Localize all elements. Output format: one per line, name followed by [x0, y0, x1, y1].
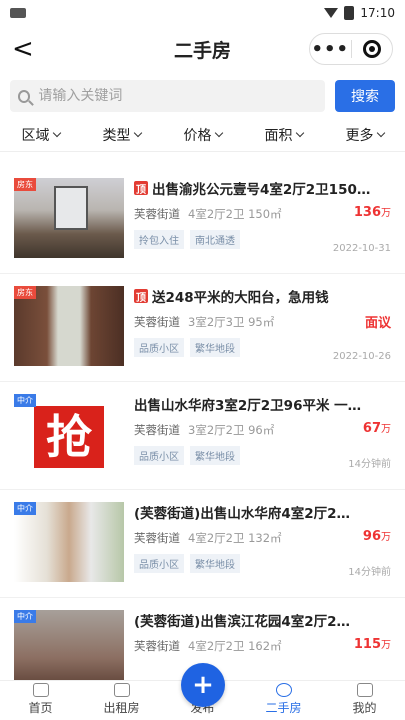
close-miniapp-button[interactable] [352, 40, 393, 58]
listing-area: 芙蓉街道 [134, 315, 180, 329]
tab-secondhand[interactable]: 二手房 [243, 681, 324, 720]
status-time: 17:10 [360, 6, 395, 20]
back-button[interactable]: < [12, 36, 36, 62]
filter-region[interactable]: 区域 [22, 125, 61, 145]
search-box [10, 80, 325, 112]
search-row: 搜索 [0, 72, 405, 118]
listing-area: 芙蓉街道 [134, 639, 180, 653]
chevron-down-icon [133, 128, 142, 138]
listing-item[interactable]: 中介 (芙蓉街道)出售山水华府4室2厅2… 芙蓉街道 4室2厅2卫 132㎡ 品质小区繁… [0, 490, 405, 598]
listing-spec: 4室2厅2卫 162㎡ [188, 639, 282, 653]
listing-time: 14分钟前 [348, 459, 391, 470]
search-icon [18, 89, 31, 103]
listing-spec: 3室2厅2卫 96㎡ [188, 423, 275, 437]
listing-title: (芙蓉街道)出售滨江花园4室2厅2… [134, 614, 351, 630]
listing-source-badge: 房东 [14, 178, 36, 191]
chevron-down-icon [214, 128, 223, 138]
home-icon [32, 683, 49, 697]
chevron-down-icon [295, 128, 304, 138]
feature-chip: 繁华地段 [190, 446, 240, 465]
listing-spec: 4室2厅2卫 132㎡ [188, 531, 282, 545]
listing-source-badge: 中介 [14, 610, 36, 623]
search-button[interactable]: 搜索 [335, 80, 395, 112]
rental-icon [113, 683, 130, 697]
battery-icon [344, 6, 355, 20]
listing-photo: 中介 [14, 610, 124, 686]
listing-photo: 房东 [14, 286, 124, 366]
feature-chip: 繁华地段 [190, 554, 240, 573]
more-button[interactable]: ••• [310, 39, 351, 60]
filter-area[interactable]: 面积 [265, 125, 304, 145]
chevron-down-icon [52, 128, 61, 138]
listing-item[interactable]: 房东 顶送248平米的大阳台，急用钱 芙蓉街道 3室2厅3卫 95㎡ 品质小区 繁华地段 面… [0, 274, 405, 382]
listing-time: 2022-10-31 [332, 243, 391, 254]
listing-photo: 中介 [14, 502, 124, 582]
tab-mine[interactable]: 我的 [324, 681, 405, 720]
filter-more[interactable]: 更多 [346, 125, 385, 145]
filter-price[interactable]: 价格 [184, 125, 223, 145]
target-icon [362, 40, 381, 58]
listing-time: 2022-10-26 [332, 351, 391, 362]
listing-title: (芙蓉街道)出售山水华府4室2厅2… [134, 506, 351, 522]
listing-price: 115万 [353, 637, 391, 652]
feature-chip: 南北通透 [190, 230, 240, 249]
feature-chip: 繁华地段 [190, 338, 240, 357]
listing-time: 14分钟前 [348, 567, 391, 578]
feature-chip: 品质小区 [134, 554, 184, 573]
publish-fab-button[interactable]: + [181, 663, 225, 707]
listing-area: 芙蓉街道 [134, 423, 180, 437]
listing-source-badge: 中介 [14, 502, 36, 515]
listing-item[interactable]: 房东 顶出售渝兆公元壹号4室2厅2卫150… 芙蓉街道 4室2厅2卫 150㎡ 拎包入住… [0, 166, 405, 274]
nav-bar: < 二手房 ••• [0, 26, 405, 72]
profile-icon [356, 683, 373, 697]
listing-item[interactable]: 抢中介 出售山水华府3室2厅2卫96平米 一… 芙蓉街道 3室2厅2卫 96㎡ 品质小区… [0, 382, 405, 490]
top-badge: 顶 [134, 289, 148, 304]
search-input[interactable] [38, 88, 317, 104]
wifi-icon [324, 8, 339, 18]
tab-home[interactable]: 首页 [0, 681, 81, 720]
capsule-menu: ••• [309, 33, 393, 65]
listing-area: 芙蓉街道 [134, 207, 180, 221]
listing-source-badge: 房东 [14, 286, 36, 299]
listing-price: 96万 [362, 529, 391, 544]
feature-chip: 品质小区 [134, 446, 184, 465]
listing-spec: 4室2厅2卫 150㎡ [188, 207, 282, 221]
listing-price: 67万 [362, 421, 391, 436]
feature-chip: 拎包入住 [134, 230, 184, 249]
listing-price: 136万 [353, 205, 391, 220]
listing-title: 顶出售渝兆公元壹号4室2厅2卫150… [134, 181, 371, 198]
chevron-down-icon [376, 128, 385, 138]
listing-title: 出售山水华府3室2厅2卫96平米 一… [134, 398, 362, 414]
filter-type[interactable]: 类型 [103, 125, 142, 145]
listing-price: 面议 [364, 316, 391, 331]
listing-list: 房东 顶出售渝兆公元壹号4室2厅2卫150… 芙蓉街道 4室2厅2卫 150㎡ 拎包入住… [0, 166, 405, 686]
listing-source-badge: 中介 [14, 394, 36, 407]
status-bar: 17:10 [0, 0, 405, 26]
feature-chip: 品质小区 [134, 338, 184, 357]
app-badge-icon [10, 8, 26, 18]
listing-area: 芙蓉街道 [134, 531, 180, 545]
top-badge: 顶 [134, 181, 148, 196]
listing-photo: 房东 [14, 178, 124, 258]
secondhand-house-icon [275, 683, 292, 697]
tab-rental[interactable]: 出租房 [81, 681, 162, 720]
listing-title: 顶送248平米的大阳台，急用钱 [134, 289, 329, 306]
filter-bar: 区域 类型 价格 面积 更多 [0, 118, 405, 152]
listing-spec: 3室2厅3卫 95㎡ [188, 315, 275, 329]
listing-photo: 抢中介 [14, 394, 124, 474]
